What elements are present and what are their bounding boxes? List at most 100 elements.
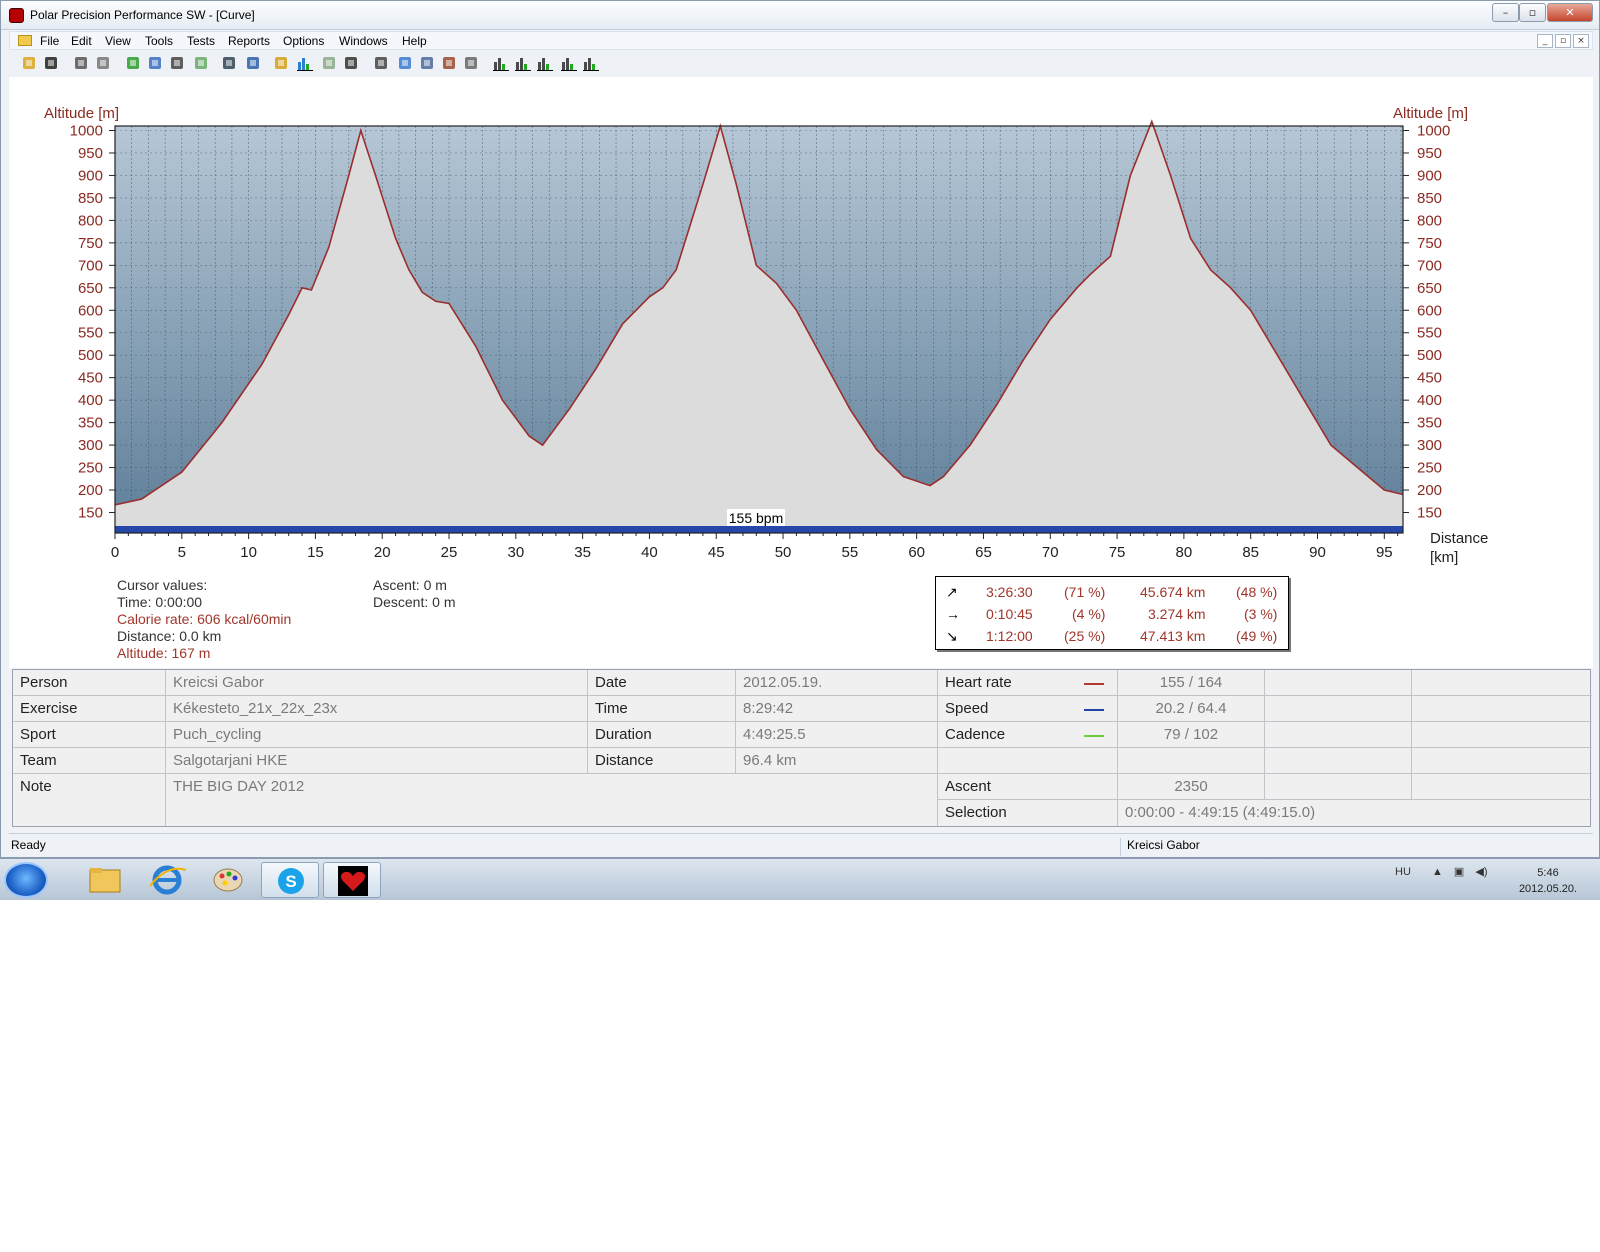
- bar3-icon[interactable]: [537, 55, 553, 71]
- book-icon[interactable]: [245, 55, 261, 71]
- skype-taskbar-button[interactable]: S: [261, 862, 319, 898]
- cadence-value: 79 / 102: [1118, 722, 1265, 748]
- mdi-close-button[interactable]: ×: [1573, 34, 1589, 48]
- save-icon[interactable]: [43, 55, 59, 71]
- mdi-minimize-button[interactable]: _: [1537, 34, 1553, 48]
- ie-taskbar-button[interactable]: [138, 862, 196, 898]
- mdi-restore-button[interactable]: ▫: [1555, 34, 1571, 48]
- bar5-icon[interactable]: [583, 55, 599, 71]
- empty-cell: [1412, 774, 1592, 800]
- y-tick-label-left: 800: [78, 212, 103, 229]
- y-tick-label-right: 900: [1417, 167, 1442, 184]
- person-label: Person: [13, 670, 166, 696]
- table-icon[interactable]: [221, 55, 237, 71]
- grid-icon[interactable]: [343, 55, 359, 71]
- speed-label: Speed: [938, 696, 1118, 722]
- empty-cell: [1412, 696, 1592, 722]
- y-tick-label-right: 500: [1417, 347, 1442, 364]
- close-button[interactable]: ✕: [1547, 3, 1593, 22]
- sport-value[interactable]: Puch_cycling: [166, 722, 588, 748]
- x-tick-label: 30: [507, 544, 524, 561]
- cadence-label: Cadence: [938, 722, 1118, 748]
- date-label: Date: [588, 670, 736, 696]
- tool-icon[interactable]: [193, 55, 209, 71]
- y-tick-label-left: 550: [78, 325, 103, 342]
- svg-text:S: S: [285, 872, 296, 891]
- start-button[interactable]: [4, 862, 48, 898]
- y-tick-label-left: 900: [78, 167, 103, 184]
- globe-icon[interactable]: [147, 55, 163, 71]
- y-tick-label-right: 300: [1417, 437, 1442, 454]
- compare-icon[interactable]: [463, 55, 479, 71]
- swap-icon[interactable]: [441, 55, 457, 71]
- cursor-values: Cursor values: Time: 0:00:00 Calorie rat…: [117, 577, 291, 662]
- selection-label: Selection: [938, 800, 1118, 826]
- network-icon[interactable]: ▣: [1454, 866, 1464, 878]
- bar4-icon[interactable]: [561, 55, 577, 71]
- bar1-icon[interactable]: [493, 55, 509, 71]
- y-tick-label-left: 500: [78, 347, 103, 364]
- person-value[interactable]: Kreicsi Gabor: [166, 670, 588, 696]
- team-value[interactable]: Salgotarjani HKE: [166, 748, 588, 774]
- polar-taskbar-button[interactable]: [323, 862, 381, 898]
- curve-zoom-icon[interactable]: [397, 55, 413, 71]
- explorer-taskbar-button[interactable]: [76, 862, 134, 898]
- volume-icon[interactable]: ◀): [1475, 866, 1487, 878]
- bar-chart-icon[interactable]: [297, 55, 313, 71]
- y-tick-label-right: 750: [1417, 235, 1442, 252]
- desktop: Polar Precision Performance SW - [Curve]…: [0, 0, 1600, 1252]
- menu-windows[interactable]: Windows: [339, 34, 388, 48]
- refresh-icon[interactable]: [125, 55, 141, 71]
- cursor-descent: Descent: 0 m: [373, 594, 456, 610]
- menu-edit[interactable]: Edit: [71, 34, 92, 48]
- x-tick-label: 25: [441, 544, 458, 561]
- x-tick-label: 10: [240, 544, 257, 561]
- menu-view[interactable]: View: [105, 34, 131, 48]
- clock[interactable]: 5:46 2012.05.20.: [1506, 865, 1590, 897]
- heart-rate-label-text: Heart rate: [945, 674, 1012, 691]
- line-chart-icon[interactable]: [273, 55, 289, 71]
- tray-expand-icon[interactable]: ▲: [1432, 866, 1443, 878]
- exercise-value[interactable]: Kékesteto_21x_22x_23x: [166, 696, 588, 722]
- menu-options[interactable]: Options: [283, 34, 324, 48]
- paint-taskbar-button[interactable]: [199, 862, 257, 898]
- sound-icon[interactable]: [169, 55, 185, 71]
- x-tick-label: 5: [178, 544, 186, 561]
- empty-cell: [1265, 722, 1412, 748]
- y-tick-label-left: 200: [78, 482, 103, 499]
- minimize-button[interactable]: –: [1492, 3, 1519, 22]
- note-value[interactable]: THE BIG DAY 2012: [166, 774, 938, 826]
- cadence-label-text: Cadence: [945, 726, 1006, 743]
- percent-chart-icon[interactable]: [321, 55, 337, 71]
- y-tick-label-left: 750: [78, 235, 103, 252]
- print-icon[interactable]: [73, 55, 89, 71]
- title-bar[interactable]: Polar Precision Performance SW - [Curve]…: [1, 1, 1599, 30]
- y-tick-label-right: 150: [1417, 505, 1442, 522]
- curve-chart-panel[interactable]: 155 bpm 1000 1000 950 950 900 900 850 850 800 800 7…: [9, 77, 1593, 668]
- copy-icon[interactable]: [95, 55, 111, 71]
- menu-tests[interactable]: Tests: [187, 34, 215, 48]
- y-tick-label-right: 800: [1417, 212, 1442, 229]
- maximize-button[interactable]: ▫: [1519, 3, 1546, 22]
- cursor-calorie: Calorie rate: 606 kcal/60min: [117, 611, 292, 627]
- menu-file[interactable]: File: [40, 34, 59, 48]
- x-tick-label: 55: [842, 544, 859, 561]
- menu-help[interactable]: Help: [402, 34, 427, 48]
- duration-value: 4:49:25.5: [736, 722, 938, 748]
- speed-label-text: Speed: [945, 700, 989, 717]
- split-time-pct: (71 %): [1064, 584, 1106, 600]
- polar-heart-icon: [338, 866, 368, 896]
- x-tick-label: 90: [1309, 544, 1326, 561]
- x-tick-label: 95: [1376, 544, 1393, 561]
- exercise-label: Exercise: [13, 696, 166, 722]
- ascent-value: 2350: [1118, 774, 1265, 800]
- zoom-out-icon[interactable]: [419, 55, 435, 71]
- zoom-icon[interactable]: [373, 55, 389, 71]
- clock-date: 2012.05.20.: [1518, 883, 1578, 895]
- language-indicator[interactable]: HU: [1395, 866, 1411, 878]
- split-dist: 47.413 km: [1140, 628, 1206, 644]
- bar2-icon[interactable]: [515, 55, 531, 71]
- menu-tools[interactable]: Tools: [145, 34, 173, 48]
- open-icon[interactable]: [21, 55, 37, 71]
- menu-reports[interactable]: Reports: [228, 34, 270, 48]
